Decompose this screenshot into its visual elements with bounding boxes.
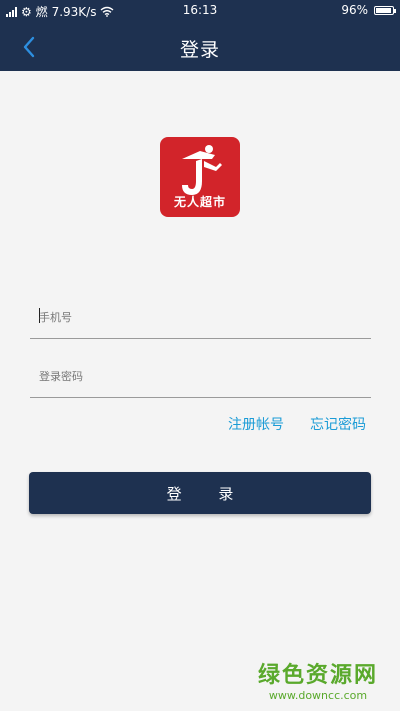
logo-text: 无人超市 — [173, 195, 226, 209]
phone-input[interactable] — [39, 306, 359, 328]
forgot-password-link[interactable]: 忘记密码 — [310, 414, 366, 434]
password-field[interactable] — [30, 357, 371, 398]
status-right: 96% — [341, 3, 396, 17]
battery-fill — [376, 7, 391, 13]
auth-links: 注册帐号 忘记密码 — [228, 414, 366, 434]
password-input[interactable] — [39, 365, 359, 387]
battery-percent: 96% — [341, 3, 368, 17]
status-bar: ⚙ 燃 7.93K/s 16:13 96% — [0, 0, 400, 22]
top-bar: ⚙ 燃 7.93K/s 16:13 96% 登录 — [0, 0, 400, 71]
battery-icon — [374, 5, 396, 15]
app-logo: 无人超市 — [160, 137, 240, 217]
status-time: 16:13 — [182, 3, 218, 17]
watermark: 绿色资源网 www.downcc.com — [258, 657, 378, 702]
login-button[interactable]: 登 录 — [29, 472, 371, 514]
register-link[interactable]: 注册帐号 — [228, 414, 284, 434]
watermark-title: 绿色资源网 — [257, 663, 378, 688]
watermark-url: www.downcc.com — [268, 689, 368, 702]
page-title: 登录 — [179, 39, 220, 61]
phone-field[interactable] — [30, 298, 371, 339]
